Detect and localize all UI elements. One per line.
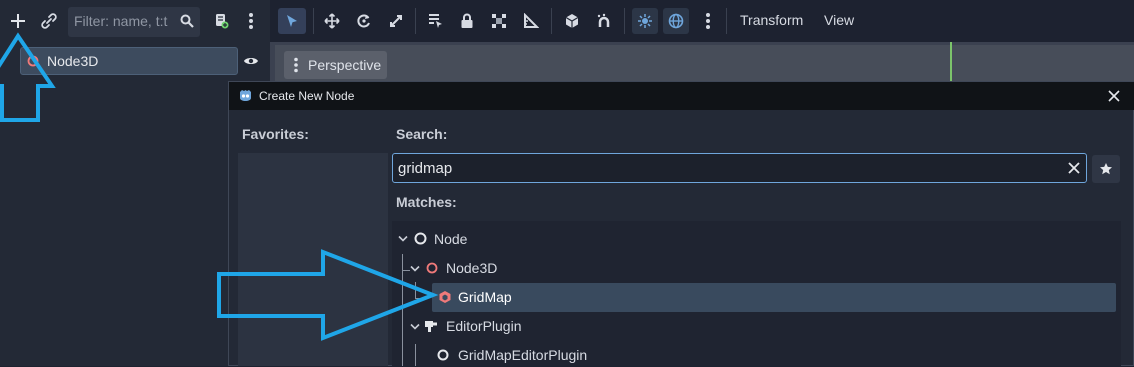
search-input-value: gridmap: [398, 160, 453, 177]
list-item-selected[interactable]: GridMap: [432, 285, 1116, 309]
link-icon: [41, 13, 57, 29]
list-select-icon: [429, 14, 442, 28]
perspective-button[interactable]: Perspective: [284, 51, 387, 79]
viewport-more-button[interactable]: [700, 10, 716, 32]
godot-logo-icon: [238, 88, 253, 103]
preview-sun-button[interactable]: [632, 8, 658, 34]
toolbar-divider: [415, 8, 416, 34]
perspective-label: Perspective: [308, 57, 382, 73]
favorite-toggle-button[interactable]: [1092, 155, 1120, 183]
cursor-icon: [287, 15, 297, 27]
add-node-button[interactable]: [7, 10, 29, 32]
toolbar-divider: [726, 8, 727, 34]
search-heading: Search:: [396, 126, 448, 142]
magnet-icon: [597, 13, 610, 27]
chevron-down-icon: [398, 235, 408, 242]
menu-view[interactable]: View: [824, 12, 854, 28]
more-options-button[interactable]: [243, 10, 259, 32]
toolbar-divider: [313, 8, 314, 34]
globe-icon: [668, 13, 684, 29]
y-axis-line: [950, 42, 952, 82]
instantiate-scene-button[interactable]: [38, 10, 60, 32]
toolbar-divider: [551, 8, 552, 34]
search-input[interactable]: gridmap: [392, 153, 1087, 183]
scale-mode-button[interactable]: [385, 10, 407, 32]
preview-environment-button[interactable]: [663, 8, 689, 34]
close-icon: [1068, 162, 1080, 174]
list-item-label: GridMap: [458, 289, 512, 305]
eye-icon: [244, 58, 258, 64]
list-select-button[interactable]: [424, 10, 446, 32]
matches-heading: Matches:: [396, 194, 457, 210]
kebab-icon: [249, 13, 253, 29]
clear-search-button[interactable]: [1065, 159, 1083, 177]
star-icon: [1100, 163, 1112, 175]
visibility-toggle[interactable]: [242, 52, 260, 70]
move-mode-button[interactable]: [321, 10, 343, 32]
close-icon: [1108, 90, 1120, 102]
group-button[interactable]: [488, 10, 510, 32]
list-item-label: GridMapEditorPlugin: [458, 347, 588, 363]
list-item-label: Node: [434, 231, 468, 247]
filter-placeholder: Filter: name, t:t: [74, 13, 168, 29]
ruler-button[interactable]: [520, 10, 542, 32]
annotation-arrow-up-icon: [0, 32, 56, 122]
annotation-arrow-right-icon: [217, 249, 439, 341]
dialog-title: Create New Node: [259, 89, 355, 103]
cube-icon: [565, 14, 579, 28]
dialog-close-button[interactable]: [1104, 86, 1124, 106]
list-item-label: Node3D: [446, 260, 498, 276]
list-item[interactable]: GridMapEditorPlugin: [392, 343, 1121, 367]
ruler-icon: [524, 13, 539, 28]
node-icon: [414, 232, 427, 245]
scale-icon: [390, 15, 402, 27]
lock-button[interactable]: [456, 10, 478, 32]
dialog-titlebar: [229, 82, 1134, 110]
gridmap-icon: [439, 291, 451, 303]
favorites-heading: Favorites:: [242, 126, 309, 142]
select-mode-button[interactable]: [278, 8, 306, 34]
snap-button[interactable]: [593, 10, 615, 32]
move-icon: [324, 13, 340, 29]
search-icon: [178, 12, 196, 30]
node-icon: [437, 349, 449, 361]
script-add-icon: [216, 14, 229, 29]
list-item-label: EditorPlugin: [446, 318, 522, 334]
rotate-icon: [357, 14, 370, 28]
list-item[interactable]: Node: [392, 227, 1121, 251]
attach-script-button[interactable]: [210, 10, 232, 32]
list-item[interactable]: Node3D: [392, 256, 1121, 280]
kebab-icon: [294, 57, 298, 73]
group-icon: [492, 14, 506, 28]
local-space-button[interactable]: [561, 10, 583, 32]
toolbar-divider: [624, 8, 625, 34]
list-item[interactable]: EditorPlugin: [392, 314, 1121, 338]
lock-icon: [461, 13, 473, 28]
kebab-icon: [706, 13, 710, 29]
rotate-mode-button[interactable]: [353, 10, 375, 32]
sun-icon: [638, 14, 652, 28]
plus-icon: [11, 14, 25, 28]
menu-transform[interactable]: Transform: [740, 12, 803, 28]
